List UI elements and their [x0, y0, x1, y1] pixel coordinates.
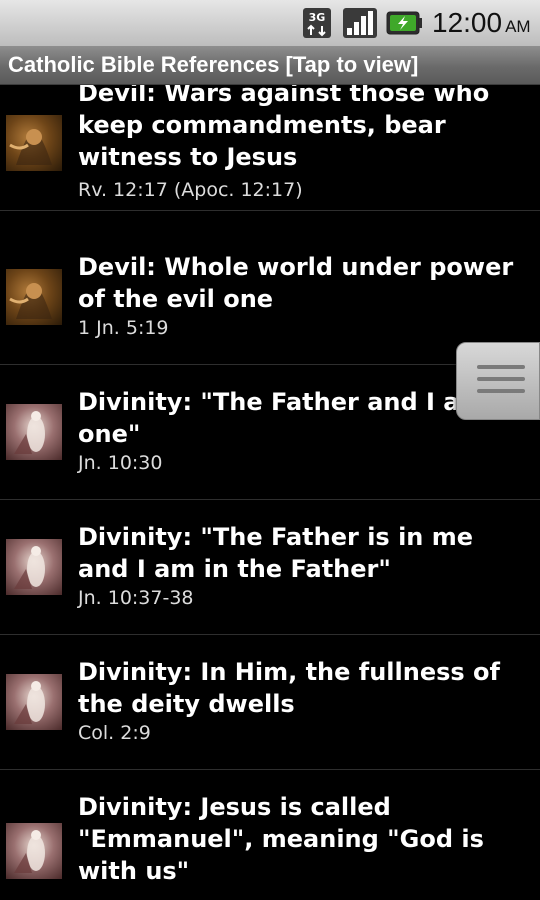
app-title: Catholic Bible References [Tap to view]	[8, 52, 419, 77]
list-item[interactable]: Divinity: "The Father is in me and I am …	[0, 501, 540, 635]
list-item-title: Divinity: "The Father and I are one"	[78, 388, 488, 448]
list-item[interactable]: Divinity: Jesus is called "Emmanuel", me…	[0, 771, 540, 900]
fast-scroll-handle[interactable]	[456, 342, 540, 420]
battery-charging-icon	[386, 11, 422, 35]
list-item-reference: Col. 2:9	[78, 722, 151, 744]
list-item-title: Devil: Wars against those who keep comma…	[78, 85, 490, 171]
list-item-reference: Jn. 10:30	[78, 452, 163, 474]
grip-line-icon	[477, 377, 525, 381]
list-item-title: Divinity: "The Father is in me and I am …	[78, 523, 474, 583]
list-item-title: Divinity: In Him, the fullness of the de…	[78, 658, 500, 718]
angel-thumbnail	[6, 823, 62, 879]
clock-time: 12:00	[432, 7, 503, 38]
list-item[interactable]: Divinity: In Him, the fullness of the de…	[0, 636, 540, 770]
title-bar: Catholic Bible References [Tap to view]	[0, 46, 540, 85]
3g-data-icon: 3G	[303, 8, 331, 38]
list-item[interactable]: Devil: Wars against those who keep comma…	[0, 85, 540, 211]
clock: 12:00 AM	[432, 6, 531, 40]
grip-line-icon	[477, 365, 525, 369]
angel-thumbnail	[6, 539, 62, 595]
angel-thumbnail	[6, 404, 62, 460]
devil-thumbnail	[6, 115, 62, 171]
list-item-reference: Jn. 10:37-38	[78, 587, 194, 609]
list-item-title: Divinity: Jesus is called "Emmanuel", me…	[78, 793, 484, 885]
list-item-title: Devil: Whole world under power of the ev…	[78, 253, 514, 313]
signal-strength-icon	[343, 8, 377, 38]
reference-list[interactable]: Devil: Wars against those who keep comma…	[0, 85, 540, 900]
svg-text:3G: 3G	[309, 11, 326, 24]
devil-thumbnail	[6, 269, 62, 325]
angel-thumbnail	[6, 674, 62, 730]
list-item-reference: 1 Jn. 5:19	[78, 317, 169, 339]
status-bar: 3G 12:00 AM	[0, 0, 540, 46]
clock-ampm: AM	[505, 17, 531, 36]
grip-line-icon	[477, 389, 525, 393]
list-item-reference: Rv. 12:17 (Apoc. 12:17)	[78, 179, 303, 201]
